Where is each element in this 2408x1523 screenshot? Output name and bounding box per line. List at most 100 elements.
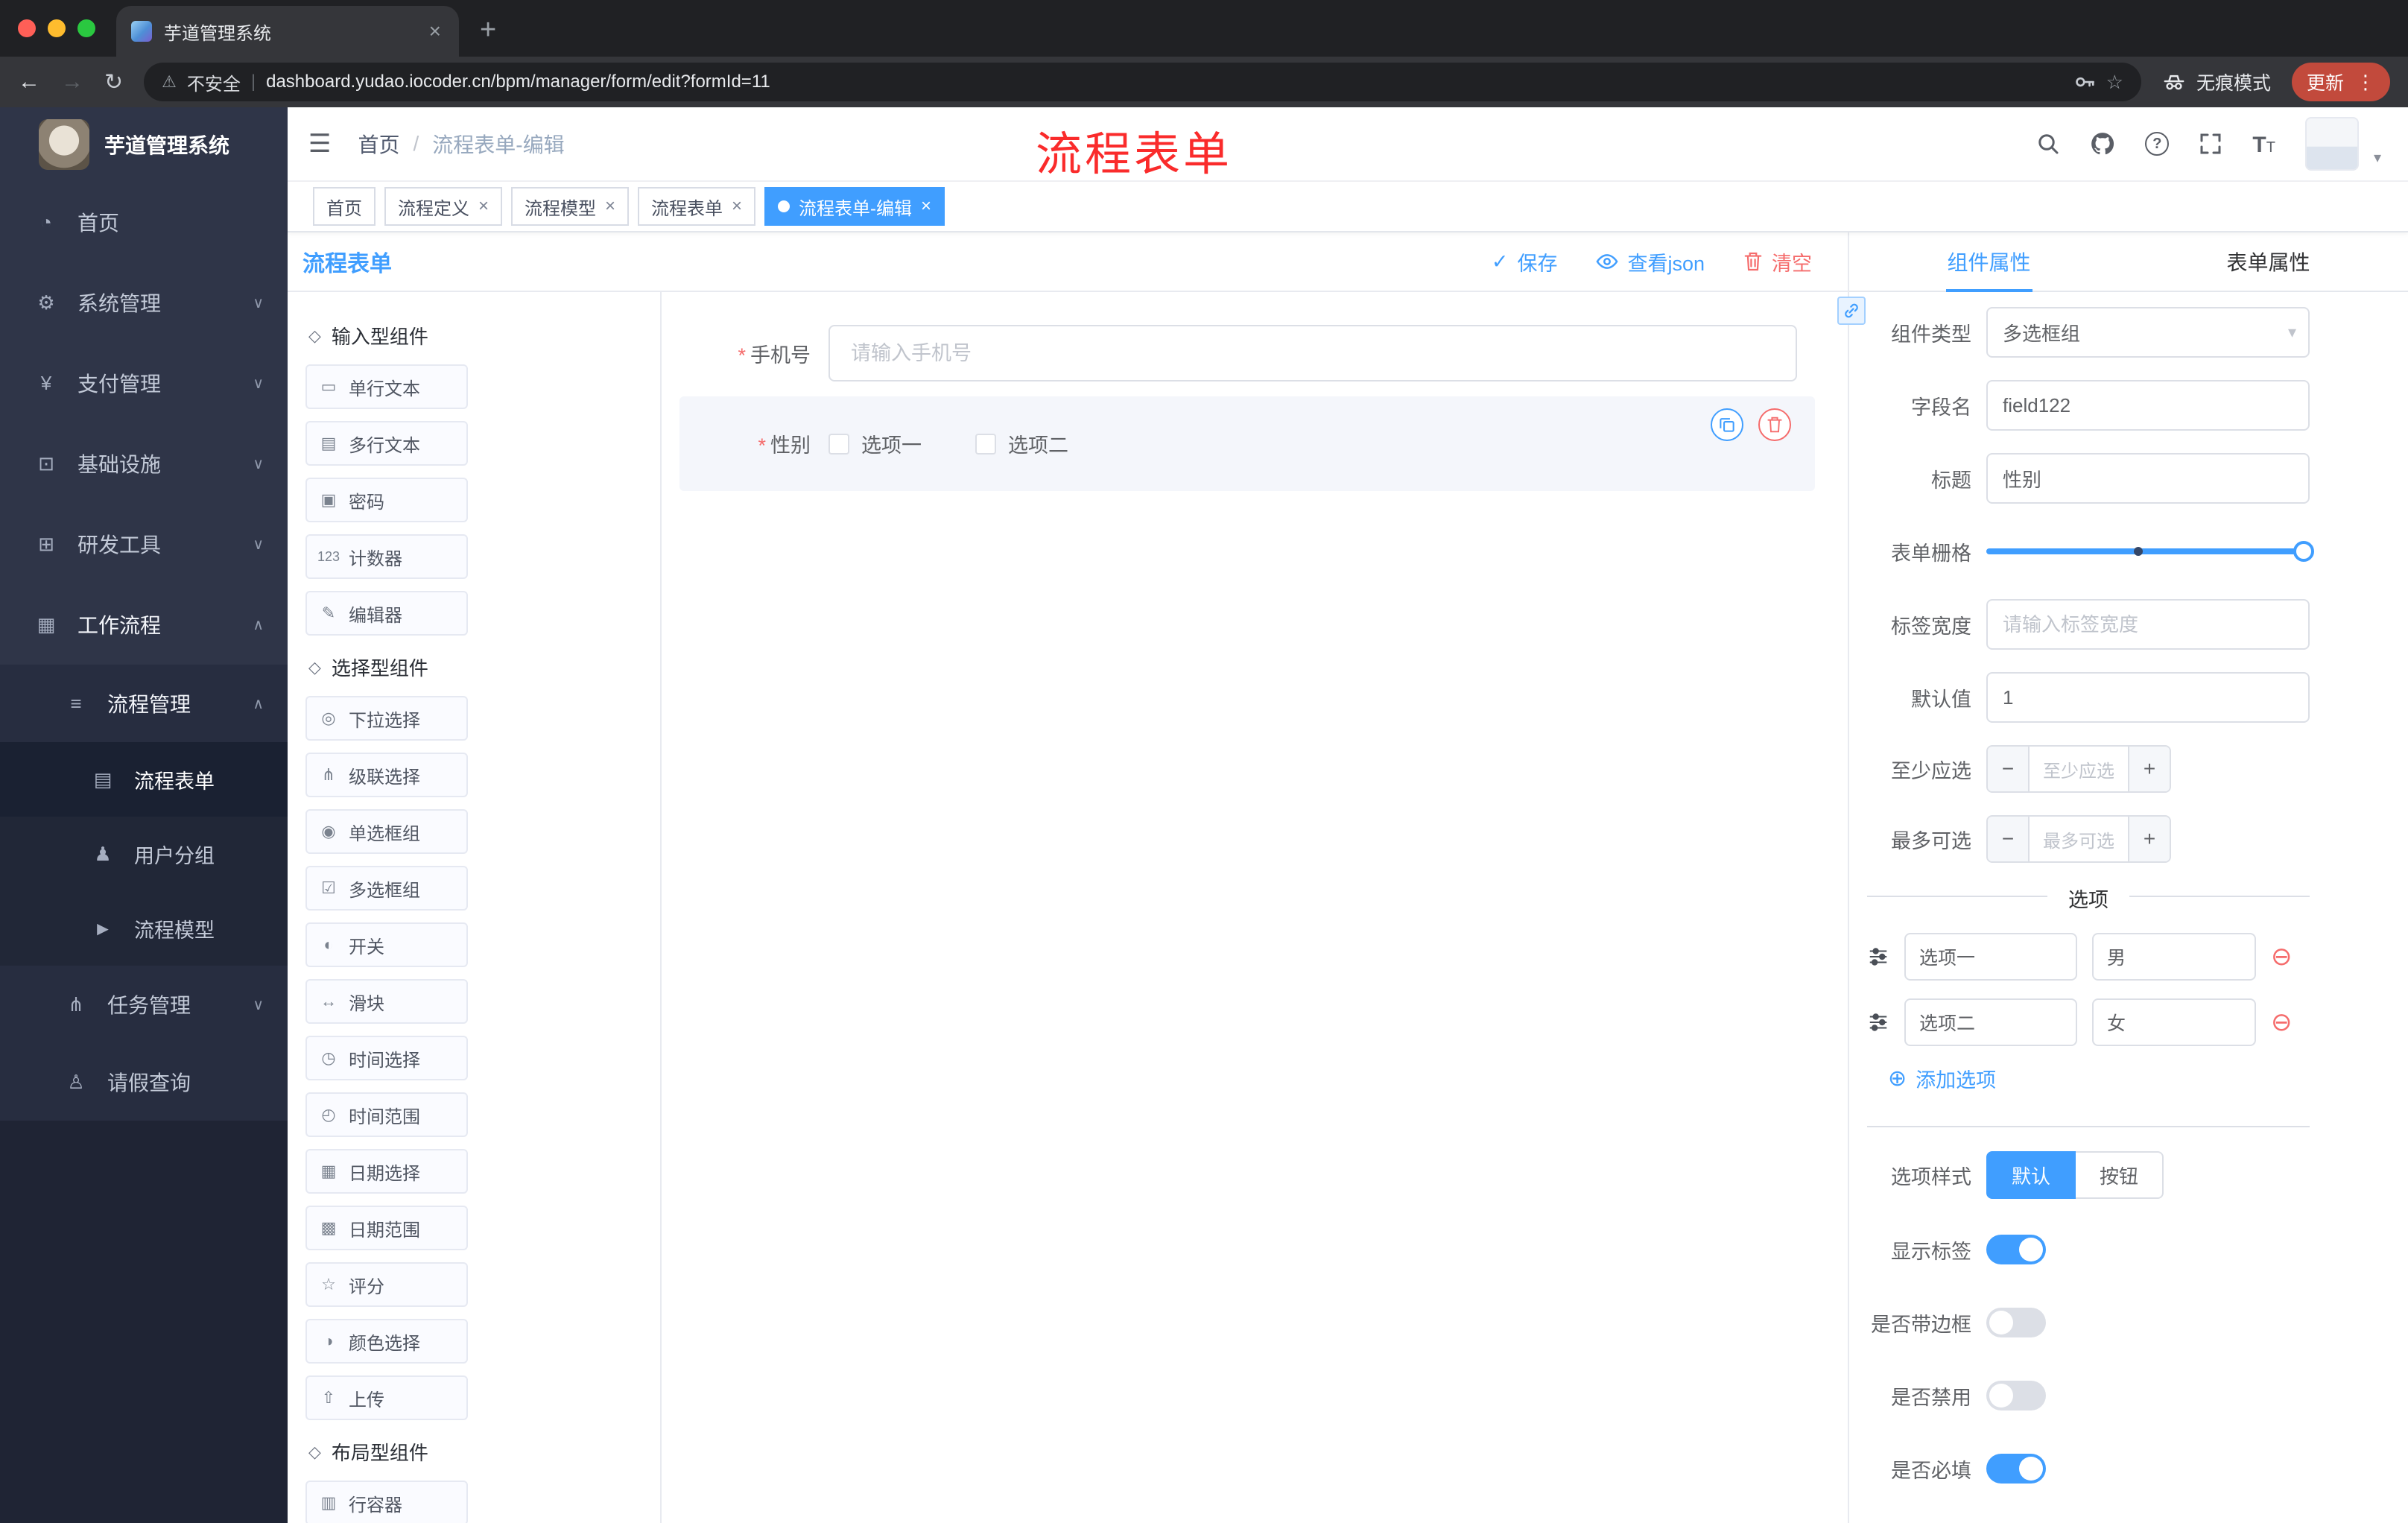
remove-option-icon[interactable]: ⊖ <box>2271 1010 2293 1035</box>
url-text[interactable]: dashboard.yudao.iocoder.cn/bpm/manager/f… <box>266 72 2063 92</box>
browser-menu-icon[interactable]: ⋮ <box>2356 71 2375 94</box>
add-option-button[interactable]: ⊕ 添加选项 <box>1888 1064 2310 1093</box>
border-switch[interactable] <box>1986 1308 2046 1337</box>
palette-item-time-picker[interactable]: ◷ 时间选择 <box>305 1036 468 1080</box>
tag-close-icon[interactable]: × <box>921 196 931 217</box>
canvas-field-phone[interactable]: * 手机号 <box>679 325 1797 381</box>
security-label[interactable]: 不安全 <box>187 69 241 95</box>
tab-form-props[interactable]: 表单属性 <box>2129 232 2408 291</box>
address-bar[interactable]: ⚠ 不安全 | dashboard.yudao.iocoder.cn/bpm/m… <box>144 63 2141 101</box>
tag-close-icon[interactable]: × <box>605 196 615 217</box>
style-default-button[interactable]: 默认 <box>1986 1151 2076 1199</box>
tag-process-form-edit[interactable]: 流程表单-编辑 × <box>764 187 945 226</box>
sidebar-item-process-form[interactable]: ▤ 流程表单 <box>0 742 288 817</box>
sidebar-item-system[interactable]: ⚙ 系统管理 ∨ <box>0 262 288 343</box>
sidebar-logo[interactable]: 芋道管理系统 <box>0 107 288 182</box>
palette-item-editor[interactable]: ✎ 编辑器 <box>305 591 468 636</box>
form-canvas[interactable]: * 手机号 请输入手机号 * 性别 选项一 选项二 <box>662 292 1848 1523</box>
tag-process-form[interactable]: 流程表单 × <box>638 187 756 226</box>
palette-item-single-line-text[interactable]: ▭ 单行文本 <box>305 364 468 409</box>
remove-option-icon[interactable]: ⊖ <box>2271 944 2293 969</box>
caret-down-icon[interactable]: ▾ <box>2374 148 2381 167</box>
tag-close-icon[interactable]: × <box>732 196 742 217</box>
sidebar-item-home[interactable]: ◔ 首页 <box>0 182 288 262</box>
back-icon[interactable]: ← <box>18 69 40 95</box>
palette-item-upload[interactable]: ⇧ 上传 <box>305 1375 468 1420</box>
sidebar-item-process-model[interactable]: ► 流程模型 <box>0 891 288 966</box>
window-close-button[interactable] <box>18 19 36 37</box>
save-button[interactable]: ✓ 保存 <box>1492 247 1558 276</box>
palette-item-date-range[interactable]: ▩ 日期范围 <box>305 1206 468 1250</box>
password-key-icon[interactable] <box>2073 71 2096 93</box>
browser-update-button[interactable]: 更新 ⋮ <box>2291 63 2390 101</box>
option-label-input[interactable] <box>1904 998 2077 1046</box>
disabled-switch[interactable] <box>1986 1381 2046 1410</box>
palette-item-select[interactable]: ◎ 下拉选择 <box>305 696 468 741</box>
option-value-input[interactable] <box>2092 998 2256 1046</box>
bookmark-star-icon[interactable]: ☆ <box>2106 71 2123 94</box>
component-type-select[interactable]: 多选框组 ▾ <box>1986 307 2310 358</box>
increase-button[interactable]: + <box>2128 817 2170 861</box>
github-icon[interactable] <box>2090 131 2115 156</box>
browser-tab[interactable]: 芋道管理系统 × <box>116 6 459 57</box>
palette-item-date-picker[interactable]: ▦ 日期选择 <box>305 1149 468 1194</box>
default-value-input[interactable] <box>1986 672 2310 723</box>
increase-button[interactable]: + <box>2128 747 2170 791</box>
help-icon[interactable]: ? <box>2145 132 2170 156</box>
show-label-switch[interactable] <box>1986 1235 2046 1264</box>
breadcrumb-home[interactable]: 首页 <box>358 129 399 159</box>
clear-button[interactable]: 清空 <box>1743 247 1812 276</box>
drag-handle-icon[interactable] <box>1867 946 1889 968</box>
sidebar-item-user-group[interactable]: ♟ 用户分组 <box>0 817 288 891</box>
fullscreen-icon[interactable] <box>2199 132 2222 156</box>
sidebar-item-payment[interactable]: ¥ 支付管理 ∨ <box>0 343 288 423</box>
palette-item-checkbox-group[interactable]: ☑ 多选框组 <box>305 866 468 911</box>
font-size-icon[interactable]: TT <box>2252 130 2275 158</box>
palette-item-password[interactable]: ▣ 密码 <box>305 478 468 522</box>
canvas-field-gender-selected[interactable]: * 性别 选项一 选项二 <box>679 396 1815 491</box>
gender-option1-checkbox[interactable]: 选项一 <box>828 429 922 458</box>
palette-item-multi-line-text[interactable]: ▤ 多行文本 <box>305 421 468 466</box>
delete-widget-button[interactable] <box>1758 408 1791 441</box>
style-button-button[interactable]: 按钮 <box>2076 1151 2164 1199</box>
sidebar-item-task-management[interactable]: ⋔ 任务管理 ∨ <box>0 966 288 1043</box>
required-switch[interactable] <box>1986 1454 2046 1484</box>
form-grid-slider[interactable] <box>1986 526 2314 577</box>
decrease-button[interactable]: − <box>1988 747 2030 791</box>
window-minimize-button[interactable] <box>48 19 66 37</box>
slider-track[interactable] <box>1986 548 2310 554</box>
drag-handle-icon[interactable] <box>1867 1011 1889 1033</box>
palette-item-radio-group[interactable]: ◉ 单选框组 <box>305 809 468 854</box>
view-json-button[interactable]: 查看json <box>1596 247 1705 276</box>
search-icon[interactable] <box>2036 132 2060 156</box>
sidebar-item-infrastructure[interactable]: ⊡ 基础设施 ∨ <box>0 423 288 504</box>
sidebar-item-leave-query[interactable]: ♙ 请假查询 <box>0 1043 288 1121</box>
option-value-input[interactable] <box>2092 933 2256 981</box>
palette-item-row-container[interactable]: ▥ 行容器 <box>305 1481 468 1523</box>
label-width-input[interactable] <box>1986 599 2310 650</box>
reload-icon[interactable]: ↻ <box>104 69 123 95</box>
sidebar-item-process-management[interactable]: ≡ 流程管理 ∧ <box>0 665 288 742</box>
hamburger-icon[interactable]: ☰ <box>308 129 331 159</box>
field-name-input[interactable] <box>1986 380 2310 431</box>
tag-close-icon[interactable]: × <box>478 196 489 217</box>
decrease-button[interactable]: − <box>1988 817 2030 861</box>
window-maximize-button[interactable] <box>77 19 95 37</box>
phone-input[interactable] <box>828 325 1797 381</box>
min-select-value[interactable]: 至少应选 <box>2030 747 2128 791</box>
link-icon[interactable] <box>1837 297 1866 325</box>
palette-item-counter[interactable]: 123 计数器 <box>305 534 468 579</box>
slider-handle[interactable] <box>2293 541 2314 562</box>
palette-item-time-range[interactable]: ◴ 时间范围 <box>305 1092 468 1137</box>
palette-item-cascader[interactable]: ⋔ 级联选择 <box>305 753 468 797</box>
forward-icon[interactable]: → <box>61 69 83 95</box>
tag-home[interactable]: 首页 <box>313 187 376 226</box>
copy-widget-button[interactable] <box>1711 408 1743 441</box>
sidebar-item-dev-tools[interactable]: ⊞ 研发工具 ∨ <box>0 504 288 584</box>
palette-item-slider[interactable]: ↔ 滑块 <box>305 979 468 1024</box>
palette-item-color-picker[interactable]: ◑ 颜色选择 <box>305 1319 468 1364</box>
palette-item-rate[interactable]: ☆ 评分 <box>305 1262 468 1307</box>
sidebar-item-workflow[interactable]: ▦ 工作流程 ∧ <box>0 584 288 665</box>
avatar[interactable] <box>2304 117 2359 171</box>
option-label-input[interactable] <box>1904 933 2077 981</box>
